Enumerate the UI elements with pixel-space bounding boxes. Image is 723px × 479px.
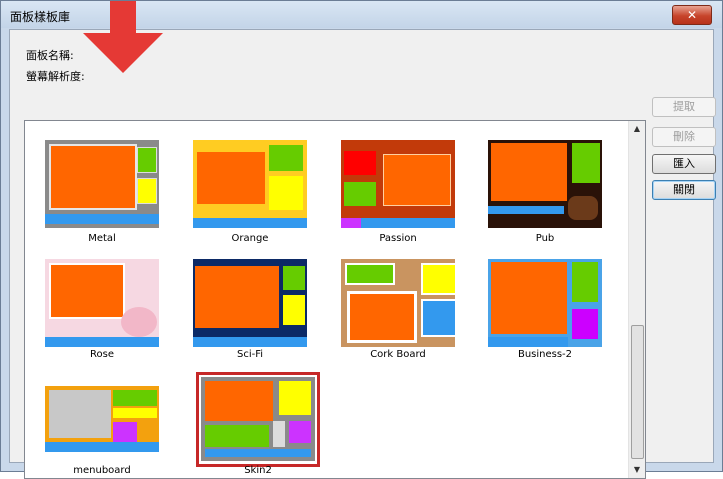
dialog-body: 面板名稱: 螢幕解析度: Metal Orange Passion Pub Ro… (9, 29, 716, 479)
template-thumb-pub[interactable] (488, 140, 602, 228)
template-thumb-scifi[interactable] (193, 259, 307, 347)
template-label: Orange (231, 233, 269, 244)
template-label: Sci-Fi (236, 349, 264, 360)
scroll-thumb[interactable] (631, 325, 644, 459)
template-thumb-rose[interactable] (45, 259, 159, 347)
extract-button[interactable]: 提取 (652, 97, 716, 117)
delete-button[interactable]: 刪除 (652, 127, 716, 147)
template-thumb-skin2[interactable] (201, 377, 315, 461)
template-thumb-menuboard[interactable] (45, 386, 159, 452)
template-thumb-cork-board[interactable] (341, 259, 455, 347)
import-button[interactable]: 匯入 (652, 154, 716, 174)
template-label: menuboard (73, 465, 131, 476)
template-thumb-orange[interactable] (193, 140, 307, 228)
scroll-down-icon[interactable]: ▼ (629, 462, 645, 478)
template-label: Rose (90, 349, 114, 360)
window-title: 面板樣板庫 (10, 10, 71, 24)
close-button[interactable]: ✕ (672, 5, 712, 25)
template-label: Business-2 (517, 349, 573, 360)
template-thumb-business-2[interactable] (488, 259, 602, 347)
template-label: Metal (88, 233, 116, 244)
template-list[interactable]: Metal Orange Passion Pub Rose Sci-Fi Cor… (24, 120, 646, 479)
template-thumb-passion[interactable] (341, 140, 455, 228)
arrow-down-icon (83, 1, 163, 73)
close-dialog-button[interactable]: 關閉 (652, 180, 716, 200)
template-label: Skin2 (244, 465, 272, 476)
vertical-scrollbar[interactable]: ▲ ▼ (628, 121, 645, 478)
template-thumb-metal[interactable] (45, 140, 159, 228)
template-label: Pub (535, 233, 555, 244)
scroll-up-icon[interactable]: ▲ (629, 121, 645, 137)
template-label: Passion (379, 233, 417, 244)
panel-name-label: 面板名稱: (26, 49, 74, 62)
template-label: Cork Board (370, 349, 426, 360)
resolution-label: 螢幕解析度: (26, 70, 85, 83)
template-library-window: 面板樣板庫 ✕ 面板名稱: 螢幕解析度: Metal Orange Passio… (0, 0, 723, 479)
